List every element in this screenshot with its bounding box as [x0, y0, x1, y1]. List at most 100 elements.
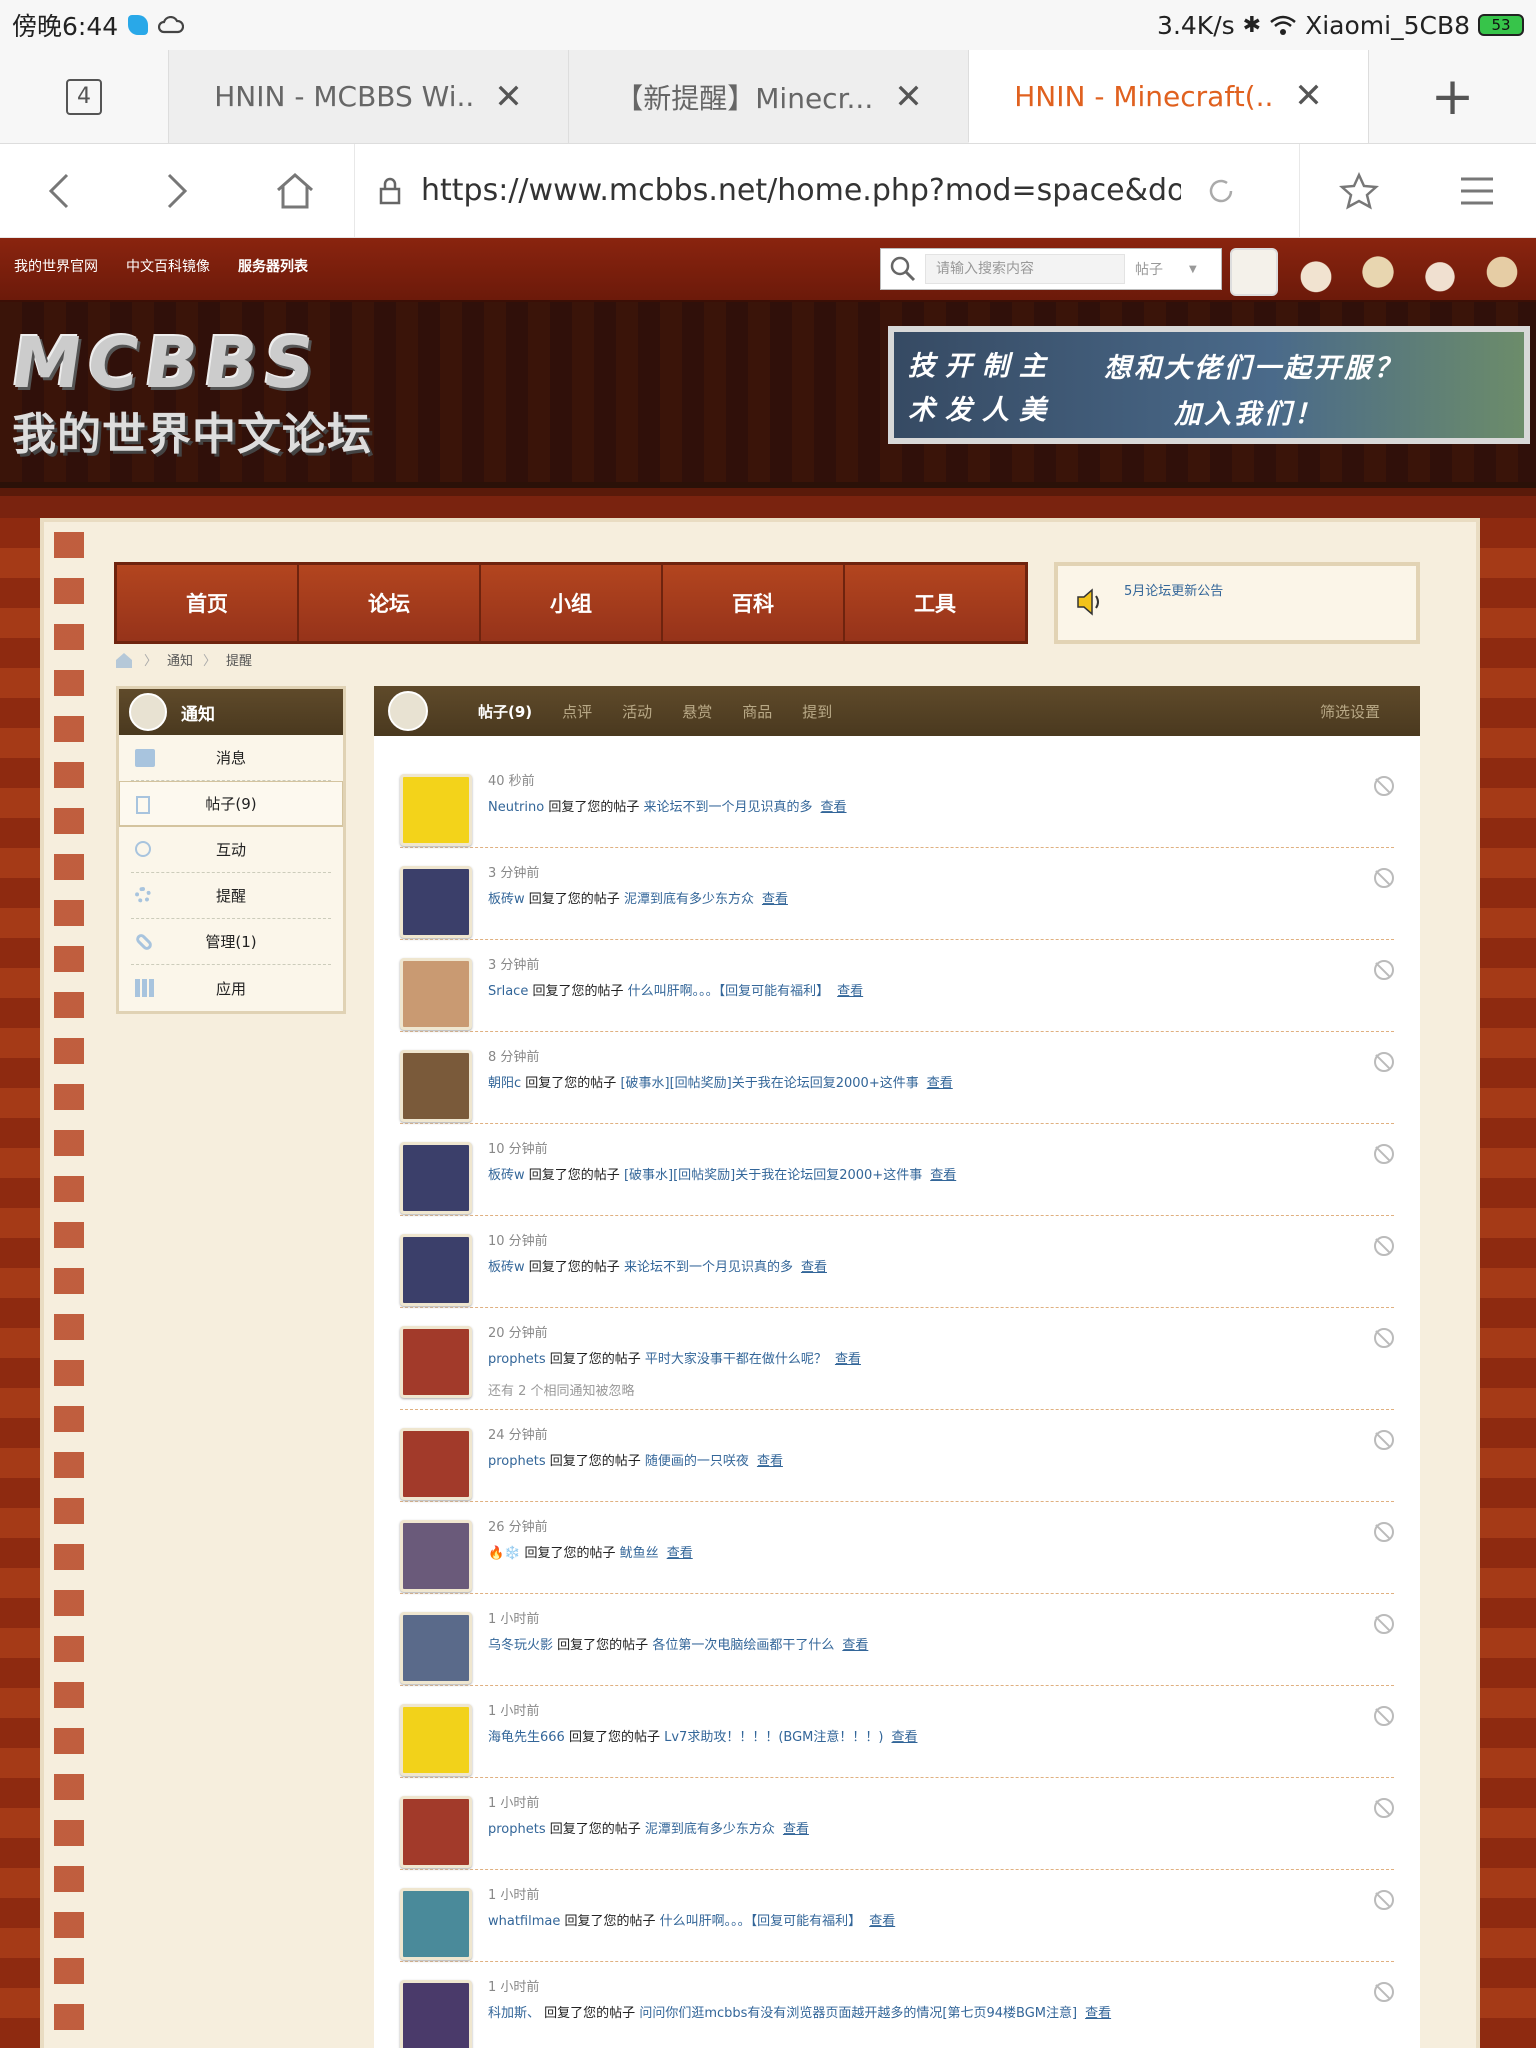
ignore-icon[interactable]	[1374, 776, 1394, 796]
avatar[interactable]	[400, 1234, 472, 1306]
tab-switcher-button[interactable]: 4	[0, 50, 168, 143]
ignore-icon[interactable]	[1374, 868, 1394, 888]
avatar[interactable]	[400, 1704, 472, 1776]
nav-group[interactable]: 小组	[481, 565, 663, 641]
notice-user-link[interactable]: Neutrino	[488, 800, 544, 815]
ignore-icon[interactable]	[1374, 1328, 1394, 1348]
view-link[interactable]: 查看	[835, 1352, 861, 1367]
notice-post-link[interactable]: 各位第一次电脑绘画都干了什么	[652, 1638, 834, 1653]
view-link[interactable]: 查看	[869, 1914, 895, 1929]
notice-post-link[interactable]: 泥潭到底有多少东方众	[624, 892, 754, 907]
notice-user-link[interactable]: prophets	[488, 1454, 546, 1469]
avatar[interactable]	[400, 1142, 472, 1214]
back-button[interactable]	[0, 144, 118, 238]
toplink-wiki-mirror[interactable]: 中文百科镜像	[126, 256, 210, 276]
nav-tools[interactable]: 工具	[845, 565, 1025, 641]
notice-post-link[interactable]: 什么叫肝啊。。。【回复可能有福利】	[628, 984, 830, 999]
sidebar-item-manage[interactable]: 管理(1)	[131, 919, 331, 965]
view-link[interactable]: 查看	[821, 800, 847, 815]
new-tab-button[interactable]: +	[1368, 50, 1536, 143]
sidebar-item-messages[interactable]: 消息	[131, 735, 331, 781]
notice-post-link[interactable]: 问问你们逛mcbbs有没有浏览器页面越开越多的情况[第七页94楼BGM注意]	[639, 2006, 1077, 2021]
notice-user-link[interactable]: prophets	[488, 1352, 546, 1367]
sidebar-item-posts[interactable]: 帖子(9)	[119, 781, 343, 827]
site-logo[interactable]: MCBBS 我的世界中文论坛	[6, 322, 372, 460]
notice-post-link[interactable]: 什么叫肝啊。。。【回复可能有福利】	[660, 1914, 862, 1929]
view-link[interactable]: 查看	[757, 1454, 783, 1469]
search-input[interactable]: 请输入搜索内容	[925, 254, 1125, 284]
view-link[interactable]: 查看	[667, 1546, 693, 1561]
ignore-icon[interactable]	[1374, 1430, 1394, 1450]
sidebar-item-reminders[interactable]: 提醒	[131, 873, 331, 919]
browser-tab[interactable]: 【新提醒】Minecr... ✕	[568, 50, 968, 143]
tab-goods[interactable]: 商品	[742, 701, 772, 722]
address-bar[interactable]: https://www.mcbbs.net/home.php?mod=space…	[354, 143, 1300, 238]
ignore-icon[interactable]	[1374, 1982, 1394, 2002]
ignore-icon[interactable]	[1374, 1236, 1394, 1256]
forward-button[interactable]	[118, 144, 236, 238]
notice-post-link[interactable]: 来论坛不到一个月见识真的多	[644, 800, 813, 815]
search-scope-select[interactable]: 帖子 ▼	[1135, 259, 1197, 279]
nav-wiki[interactable]: 百科	[663, 565, 845, 641]
ignore-icon[interactable]	[1374, 1890, 1394, 1910]
view-link[interactable]: 查看	[930, 1168, 956, 1183]
nav-home[interactable]: 首页	[117, 565, 299, 641]
notice-user-link[interactable]: 板砖w	[488, 1260, 525, 1275]
notice-post-link[interactable]: 随便画的一只咲夜	[645, 1454, 749, 1469]
avatar[interactable]	[400, 1428, 472, 1500]
notice-user-link[interactable]: 板砖w	[488, 1168, 525, 1183]
avatar[interactable]	[400, 1888, 472, 1960]
close-icon[interactable]: ✕	[1294, 76, 1323, 116]
reload-button[interactable]	[1181, 175, 1261, 207]
avatar[interactable]	[400, 1050, 472, 1122]
avatar[interactable]	[400, 1326, 472, 1398]
notice-post-link[interactable]: 平时大家没事干都在做什么呢？	[645, 1352, 827, 1367]
filter-settings-link[interactable]: 筛选设置	[1320, 701, 1380, 722]
search-icon[interactable]	[881, 255, 925, 283]
palette-icon[interactable]	[1478, 248, 1526, 296]
view-link[interactable]: 查看	[891, 1730, 917, 1745]
notice-user-link[interactable]: whatfilmae	[488, 1914, 560, 1929]
toplink-server-list[interactable]: 服务器列表	[238, 256, 308, 276]
toplink-official[interactable]: 我的世界官网	[14, 256, 98, 276]
ignore-icon[interactable]	[1374, 1798, 1394, 1818]
potion-icon[interactable]	[1416, 248, 1464, 296]
ignore-icon[interactable]	[1374, 960, 1394, 980]
notice-post-link[interactable]: [破事水][回帖奖励]关于我在论坛回复2000+这件事	[624, 1168, 922, 1183]
notice-user-link[interactable]: Srlace	[488, 984, 528, 999]
notification-icon[interactable]	[1292, 248, 1340, 296]
recruit-banner[interactable]: 技开制主 术发人美 想和大佬们一起开服？ 加入我们！	[888, 326, 1530, 444]
notice-user-link[interactable]: 海龟先生666	[488, 1730, 565, 1745]
avatar[interactable]	[400, 1796, 472, 1868]
bookmark-button[interactable]	[1300, 144, 1418, 238]
view-link[interactable]: 查看	[801, 1260, 827, 1275]
avatar[interactable]	[400, 1980, 472, 2048]
home-icon[interactable]	[114, 651, 134, 669]
breadcrumb-item[interactable]: 通知	[167, 650, 193, 669]
notice-post-link[interactable]: [破事水][回帖奖励]关于我在论坛回复2000+这件事	[620, 1076, 918, 1091]
notice-post-link[interactable]: 泥潭到底有多少东方众	[645, 1822, 775, 1837]
tab-rewards[interactable]: 悬赏	[682, 701, 712, 722]
avatar[interactable]	[400, 866, 472, 938]
notice-user-link[interactable]: 乌冬玩火影	[488, 1638, 553, 1653]
notice-user-link[interactable]: prophets	[488, 1822, 546, 1837]
tab-posts[interactable]: 帖子(9)	[478, 701, 532, 722]
avatar[interactable]	[400, 1520, 472, 1592]
ignore-icon[interactable]	[1374, 1522, 1394, 1542]
avatar[interactable]	[400, 774, 472, 846]
close-icon[interactable]: ✕	[894, 77, 923, 117]
notice-post-link[interactable]: 来论坛不到一个月见识真的多	[624, 1260, 793, 1275]
ignore-icon[interactable]	[1374, 1144, 1394, 1164]
avatar[interactable]	[400, 958, 472, 1030]
notice-post-link[interactable]: Lv7求助攻！！！！(BGM注意！！！)	[664, 1730, 883, 1745]
notice-user-link[interactable]: 朝阳c	[488, 1076, 521, 1091]
sidebar-item-apps[interactable]: 应用	[131, 965, 331, 1011]
view-link[interactable]: 查看	[837, 984, 863, 999]
sidebar-item-interaction[interactable]: 互动	[131, 827, 331, 873]
view-link[interactable]: 查看	[1085, 2006, 1111, 2021]
view-link[interactable]: 查看	[762, 892, 788, 907]
tab-activities[interactable]: 活动	[622, 701, 652, 722]
nav-forum[interactable]: 论坛	[299, 565, 481, 641]
user-avatar-icon[interactable]	[1230, 248, 1278, 296]
home-button[interactable]	[236, 144, 354, 238]
